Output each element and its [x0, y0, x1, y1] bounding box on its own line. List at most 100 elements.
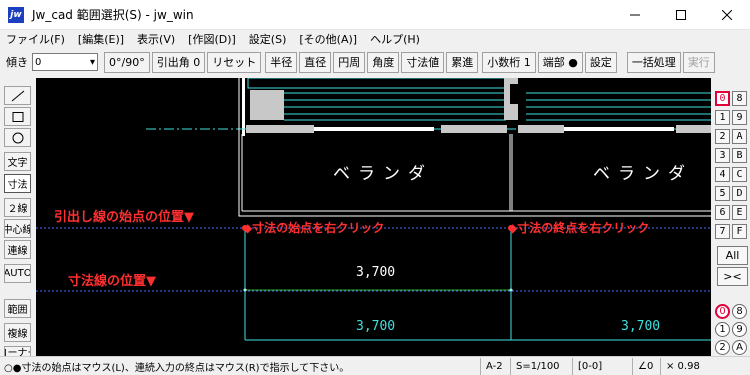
status-angle[interactable]: ∠0 [632, 357, 660, 375]
status-message: ○●寸法の始点はマウス(L)、連続入力の終点はマウス(R)で指示して下さい。 [4, 362, 350, 374]
tool-text-button[interactable]: 文字 [4, 152, 31, 171]
slab-right [676, 125, 711, 133]
tool-connect-line-button[interactable]: 連線 [4, 240, 31, 259]
annotation-dim-start: ◆寸法の始点を右クリック [243, 221, 385, 235]
layer-4-button[interactable]: 4 [715, 167, 730, 182]
tool-corner-button[interactable]: コーナー [4, 346, 31, 356]
slab-rail [314, 127, 434, 131]
minimize-icon [630, 14, 640, 16]
tool-dimension-button[interactable]: 寸法 [4, 174, 31, 193]
layer-e-button[interactable]: E [732, 205, 747, 220]
window-lines [284, 92, 711, 121]
layer-7-button[interactable]: 7 [715, 224, 730, 239]
wall-fill [250, 90, 284, 120]
slab-left [246, 125, 314, 133]
tool-range-button[interactable]: 範囲 [4, 299, 31, 318]
tilt-select[interactable]: 0 ▾ [32, 53, 98, 71]
execute-button[interactable]: 実行 [682, 51, 715, 73]
resize-grip[interactable] [708, 358, 750, 375]
menu-draw[interactable]: [作図(D)] [188, 31, 236, 47]
radius-button[interactable]: 半径 [265, 51, 298, 73]
tilt-label: 傾き [6, 56, 28, 69]
dim-value-lower-left: 3,700 [356, 319, 396, 334]
settings-button[interactable]: 設定 [584, 51, 617, 73]
annotation-dim-end: ◆寸法の終点を右クリック [508, 221, 650, 235]
batch-process-button[interactable]: 一括処理 [626, 51, 681, 73]
layer-3-button[interactable]: 3 [715, 148, 730, 163]
reset-button[interactable]: リセット [207, 51, 262, 73]
layer-panel: 0 8 1 9 2 A 3 B 4 C 5 D 6 E 7 F All >< 0… [712, 78, 750, 356]
tool-line-button[interactable] [4, 86, 31, 105]
dim-value-button[interactable]: 寸法値 [401, 51, 445, 73]
tool-palette: 文字 寸法 ２線 中心線 連線 AUTO 範囲 複線 コーナー [0, 78, 34, 356]
layer-9-button[interactable]: 9 [732, 110, 747, 125]
decimal-places-button[interactable]: 小数桁 1 [482, 51, 536, 73]
maximize-icon [676, 10, 686, 20]
layer-d-button[interactable]: D [732, 186, 747, 201]
menu-settings[interactable]: 設定(S) [249, 31, 287, 47]
layer-0-button[interactable]: 0 [715, 91, 730, 106]
slab-mid [441, 125, 507, 133]
layer-2-button[interactable]: 2 [715, 129, 730, 144]
dim-value-lower-right: 3,700 [621, 319, 661, 334]
tool-auto-button[interactable]: AUTO [4, 264, 31, 283]
room-label-left: ベランダ [333, 164, 433, 184]
layer-8-button[interactable]: 8 [732, 91, 747, 106]
menu-file[interactable]: ファイル(F) [6, 31, 65, 47]
status-scale[interactable]: S=1/100 [510, 357, 572, 375]
menu-other[interactable]: [その他(A)] [299, 31, 357, 47]
diameter-button[interactable]: 直径 [299, 51, 332, 73]
angle-0-90-button[interactable]: 0°/90° [104, 51, 150, 73]
layer-6-button[interactable]: 6 [715, 205, 730, 220]
status-paper-size[interactable]: A-2 [480, 357, 510, 375]
window-title: Jw_cad 範囲選択(S) - jw_win [32, 8, 194, 22]
layer-all-button[interactable]: All [717, 246, 748, 265]
layer-1-button[interactable]: 1 [715, 110, 730, 125]
tool-offset-line-button[interactable]: 複線 [4, 323, 31, 342]
circumference-button[interactable]: 円周 [333, 51, 366, 73]
group-9-button[interactable]: 9 [732, 322, 747, 337]
column-hole [510, 84, 518, 104]
cumulative-button[interactable]: 累進 [446, 51, 479, 73]
leader-angle-button[interactable]: 引出角 0 [151, 51, 206, 73]
minimize-button[interactable] [612, 0, 658, 30]
layer-a-button[interactable]: A [732, 129, 747, 144]
group-2-button[interactable]: 2 [715, 340, 730, 355]
line-icon [11, 90, 24, 101]
tool-center-line-button[interactable]: 中心線 [4, 219, 31, 238]
layer-swap-button[interactable]: >< [717, 267, 748, 286]
group-1-button[interactable]: 1 [715, 322, 730, 337]
menu-bar: ファイル(F) [編集(E)] 表示(V) [作図(D)] 設定(S) [その他… [0, 30, 750, 48]
close-button[interactable] [704, 0, 750, 30]
close-icon [722, 10, 732, 20]
tool-double-line-button[interactable]: ２線 [4, 198, 31, 217]
annotation-dim-line: 寸法線の位置▼ [68, 274, 156, 289]
angle-button[interactable]: 角度 [367, 51, 400, 73]
title-bar: jw Jw_cad 範囲選択(S) - jw_win [0, 0, 750, 30]
room-label-right: ベランダ [593, 164, 693, 184]
balcony-outline [238, 78, 711, 217]
tool-rectangle-button[interactable] [4, 107, 31, 126]
tilt-value: 0 [35, 56, 42, 68]
menu-view[interactable]: 表示(V) [137, 31, 175, 47]
group-8-button[interactable]: 8 [732, 304, 747, 319]
layer-b-button[interactable]: B [732, 148, 747, 163]
layer-f-button[interactable]: F [732, 224, 747, 239]
end-mark-button[interactable]: 端部 ● [537, 51, 583, 73]
annotation-leader-start: 引出し線の始点の位置▼ [54, 210, 194, 225]
status-zoom[interactable]: × 0.98 [660, 357, 708, 375]
circle-icon [12, 132, 23, 143]
rectangle-icon [12, 111, 23, 122]
status-layer[interactable]: [0-0] [572, 357, 632, 375]
drawing-canvas[interactable]: ベランダ ベランダ 引出し線の始点の位置▼ 寸法線の位置▼ ◆寸法の始点を右クリ… [36, 78, 711, 356]
group-a-button[interactable]: A [732, 340, 747, 355]
menu-edit[interactable]: [編集(E)] [78, 31, 124, 47]
slab-mid2 [518, 125, 564, 133]
group-0-button[interactable]: 0 [715, 304, 730, 319]
layer-c-button[interactable]: C [732, 167, 747, 182]
maximize-button[interactable] [658, 0, 704, 30]
status-bar: ○●寸法の始点はマウス(L)、連続入力の終点はマウス(R)で指示して下さい。 A… [0, 356, 750, 375]
tool-circle-button[interactable] [4, 128, 31, 147]
layer-5-button[interactable]: 5 [715, 186, 730, 201]
menu-help[interactable]: ヘルプ(H) [370, 31, 420, 47]
